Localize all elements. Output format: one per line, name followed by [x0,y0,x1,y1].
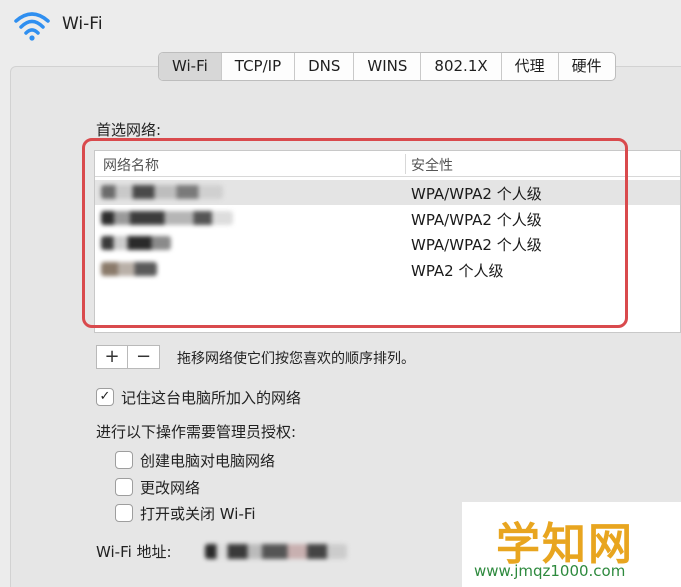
add-network-button[interactable]: + [96,345,128,369]
wifi-address-redacted [205,544,347,559]
reorder-hint: 拖移网络使它们按您喜欢的顺序排列。 [177,351,415,367]
admin-auth-label: 进行以下操作需要管理员授权: [96,423,297,441]
tab-dns[interactable]: DNS [294,53,353,80]
remove-network-button[interactable]: − [128,345,160,369]
window-header: Wi-Fi [0,0,681,46]
preferred-networks-label: 首选网络: [96,121,162,139]
tab-hardware[interactable]: 硬件 [557,53,615,80]
tab-tcpip[interactable]: TCP/IP [220,53,294,80]
change-networks-checkbox[interactable] [115,478,133,496]
remember-networks-label: 记住这台电脑所加入的网络 [121,389,302,407]
remember-networks-checkbox[interactable]: ✓ [96,388,114,406]
tab-bar: Wi-Fi TCP/IP DNS WINS 802.1X 代理 硬件 [158,52,616,81]
wifi-address-label: Wi-Fi 地址: [96,543,172,561]
create-computer-network-checkbox[interactable] [115,451,133,469]
toggle-wifi-label: 打开或关闭 Wi-Fi [140,505,256,523]
wifi-icon [14,12,50,41]
change-networks-label: 更改网络 [140,479,201,497]
tab-wifi[interactable]: Wi-Fi [159,53,221,80]
header-title: Wi-Fi [62,14,103,34]
watermark-url: www.jmqz1000.com [474,562,626,580]
tab-proxy[interactable]: 代理 [500,53,558,80]
highlight-frame [82,138,628,328]
toggle-wifi-checkbox[interactable] [115,504,133,522]
tab-wins[interactable]: WINS [353,53,420,80]
watermark: 学知网 www.jmqz1000.com [462,502,681,587]
list-controls: + − [96,345,160,369]
create-computer-network-label: 创建电脑对电脑网络 [140,452,276,470]
tab-8021x[interactable]: 802.1X [420,53,500,80]
